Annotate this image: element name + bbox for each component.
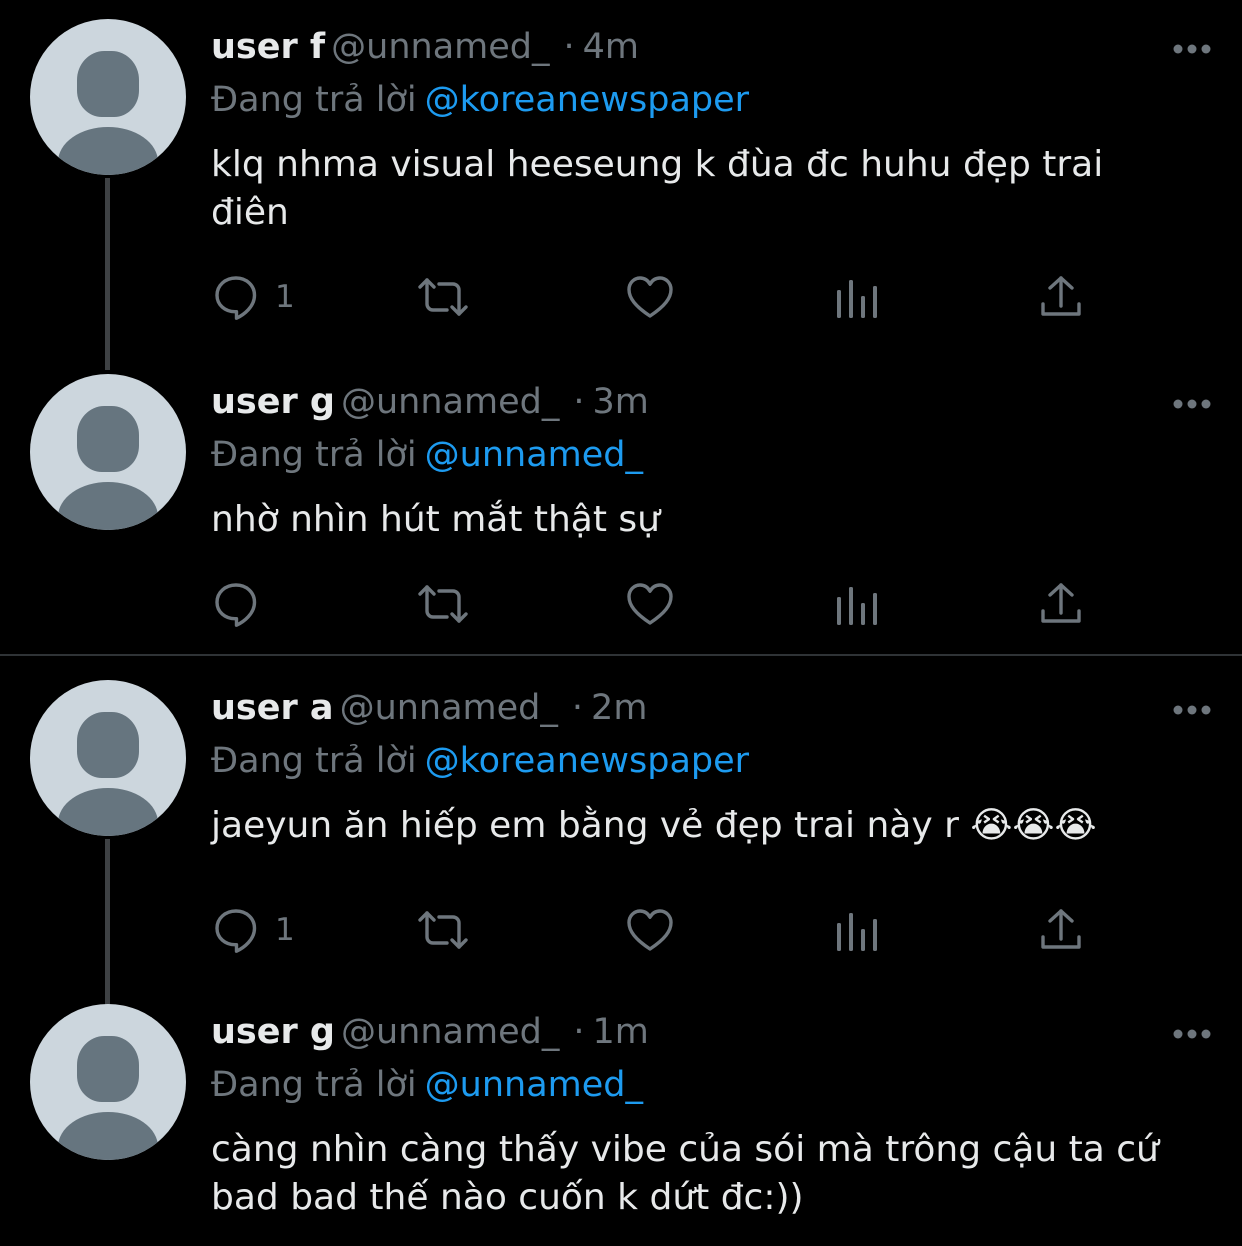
display-name[interactable]: user g [211,382,335,422]
heart-icon [625,579,675,629]
mention-link[interactable]: @unnamed_ [425,435,643,475]
display-name[interactable]: user g [211,1012,335,1052]
display-name[interactable]: user a [211,688,334,728]
reply-icon [211,905,261,955]
action-bar: 1 [211,903,1111,957]
tweet-header: user f @unnamed_ · 4m [211,23,639,71]
thread-line [105,178,110,370]
user-handle[interactable]: @unnamed_ [331,27,549,67]
more-icon[interactable] [1172,701,1212,715]
reply-count: 1 [275,912,295,948]
user-handle[interactable]: @unnamed_ [341,382,559,422]
more-icon[interactable] [1172,40,1212,54]
timestamp[interactable]: 2m [591,688,647,728]
tweet-header: user g @unnamed_ · 1m [211,1008,649,1056]
reply-icon [211,272,261,322]
avatar[interactable] [30,680,186,836]
action-bar: 1 [211,270,1111,324]
retweet-button[interactable] [415,577,471,631]
analytics-button[interactable] [835,903,879,957]
like-button[interactable] [625,903,675,957]
mention-link[interactable]: @unnamed_ [425,1065,643,1105]
separator: · [563,27,575,67]
more-icon[interactable] [1172,395,1212,409]
share-icon [1039,272,1083,322]
replying-to-label: Đang trả lời [211,80,417,120]
more-icon[interactable] [1172,1025,1212,1039]
retweet-icon [415,579,471,629]
timestamp[interactable]: 3m [592,382,648,422]
timestamp[interactable]: 1m [592,1012,648,1052]
replying-to: Đang trả lời @koreanewspaper [211,737,749,785]
reply-button[interactable]: 1 [211,903,295,957]
analytics-button[interactable] [835,577,879,631]
replying-to-label: Đang trả lời [211,741,417,781]
share-button[interactable] [1039,903,1083,957]
heart-icon [625,272,675,322]
avatar[interactable] [30,19,186,175]
replying-to-label: Đang trả lời [211,435,417,475]
separator: · [571,688,584,728]
user-handle[interactable]: @unnamed_ [341,1012,559,1052]
replying-to: Đang trả lời @unnamed_ [211,1061,643,1109]
share-button[interactable] [1039,577,1083,631]
retweet-button[interactable] [415,270,471,324]
tweet-text: jaeyun ăn hiếp em bằng vẻ đẹp trai này r… [211,805,1097,846]
replying-to-label: Đang trả lời [211,1065,417,1105]
tweet-text: nhờ nhìn hút mắt thật sự [211,499,660,540]
analytics-icon [835,272,879,322]
heart-icon [625,905,675,955]
reply-count: 1 [275,279,295,315]
thread-line [105,839,110,1005]
replying-to: Đang trả lời @unnamed_ [211,431,643,479]
mention-link[interactable]: @koreanewspaper [425,741,749,781]
reply-button[interactable]: 1 [211,270,295,324]
avatar[interactable] [30,374,186,530]
action-bar [211,577,1111,631]
separator: · [573,382,585,422]
display-name[interactable]: user f [211,27,325,67]
tweet-text: càng nhìn càng thấy vibe của sói mà trôn… [211,1129,1159,1218]
avatar[interactable] [30,1004,186,1160]
reply-button[interactable] [211,577,275,631]
retweet-icon [415,905,471,955]
like-button[interactable] [625,270,675,324]
mention-link[interactable]: @koreanewspaper [425,80,749,120]
retweet-button[interactable] [415,903,471,957]
divider [0,654,1242,656]
user-handle[interactable]: @unnamed_ [340,688,558,728]
separator: · [573,1012,585,1052]
share-icon [1039,905,1083,955]
reply-icon [211,579,261,629]
timestamp[interactable]: 4m [583,27,639,67]
like-button[interactable] [625,577,675,631]
tweet-header: user g @unnamed_ · 3m [211,378,649,426]
analytics-button[interactable] [835,270,879,324]
retweet-icon [415,272,471,322]
tweet-header: user a @unnamed_ · 2m [211,684,647,732]
replying-to: Đang trả lời @koreanewspaper [211,76,749,124]
share-button[interactable] [1039,270,1083,324]
share-icon [1039,579,1083,629]
tweet-text: klq nhma visual heeseung k đùa đc huhu đ… [211,144,1104,233]
analytics-icon [835,905,879,955]
analytics-icon [835,579,879,629]
